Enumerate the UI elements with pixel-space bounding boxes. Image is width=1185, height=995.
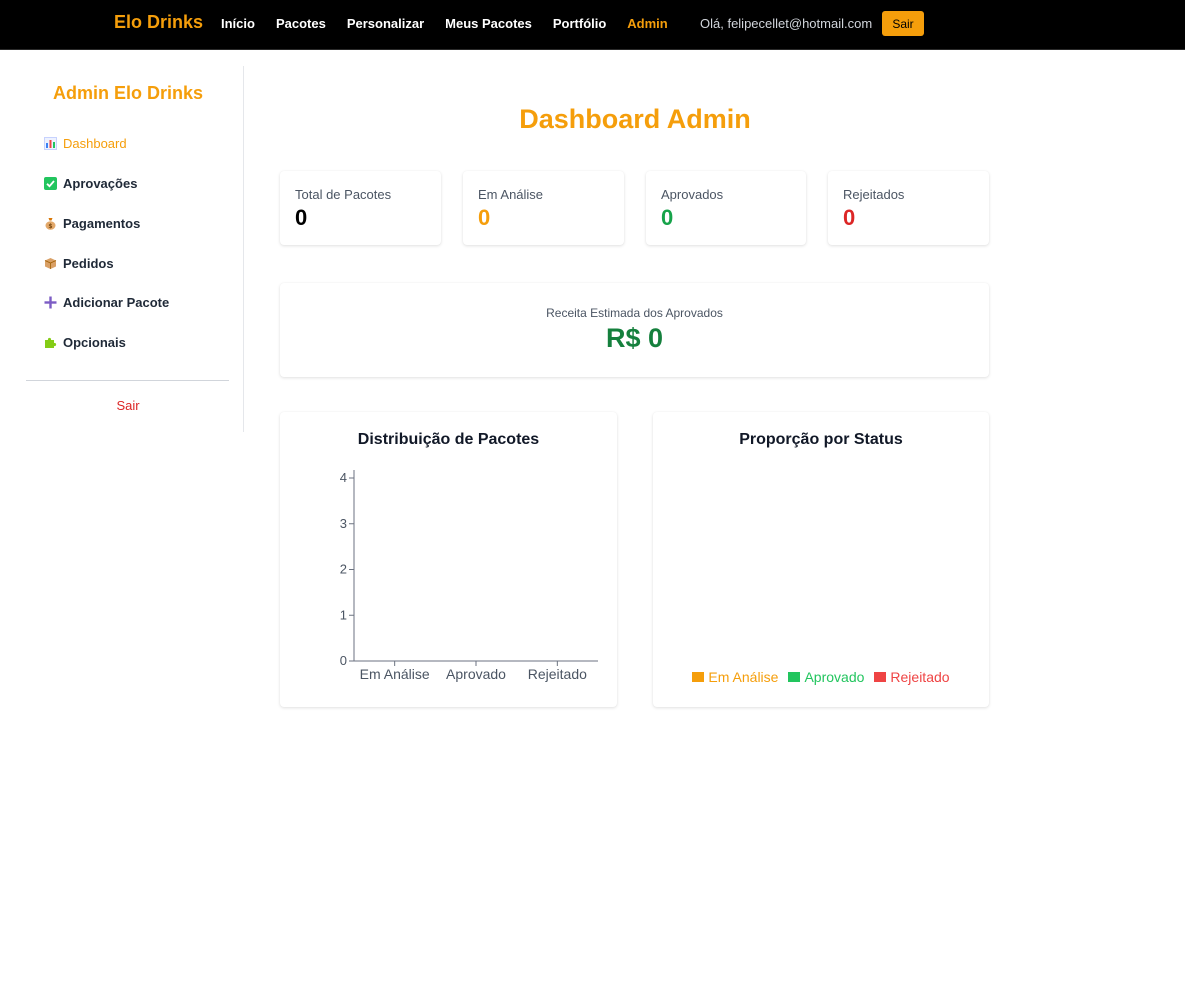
pie-chart-title: Proporção por Status — [739, 431, 903, 448]
stat-card-aprovados: Aprovados 0 — [646, 171, 806, 245]
legend-label: Em Análise — [708, 669, 779, 685]
y-tick-label: 0 — [340, 653, 347, 668]
sidebar-item-pagamentos[interactable]: $ Pagamentos — [44, 213, 140, 233]
legend-swatch — [692, 672, 705, 682]
logout-button[interactable]: Sair — [882, 11, 924, 36]
legend-swatch — [874, 672, 887, 682]
user-greeting: Olá, felipecellet@hotmail.com — [700, 16, 873, 31]
stat-value: 0 — [295, 205, 308, 230]
sidebar-item-pedidos[interactable]: Pedidos — [44, 253, 114, 273]
revenue-card: Receita Estimada dos Aprovados R$ 0 — [280, 283, 989, 377]
sidebar-item-label: Dashboard — [63, 135, 127, 151]
bar-chart-card: Distribuição de Pacotes 0 1 2 3 4 Em Análise A… — [280, 412, 617, 707]
pie-legend: Em Análise Aprovado Rejeitado — [653, 669, 989, 685]
check-box-icon — [44, 176, 57, 190]
stat-label: Total de Pacotes — [295, 187, 392, 202]
stat-value: 0 — [478, 205, 491, 230]
sidebar-item-adicionar-pacote[interactable]: Adicionar Pacote — [44, 292, 169, 312]
sidebar-item-dashboard[interactable]: Dashboard — [44, 133, 127, 153]
money-bag-icon: $ — [44, 217, 57, 230]
legend-item-aprovado[interactable]: Aprovado — [788, 669, 864, 685]
sidebar-logout-link[interactable]: Sair — [0, 398, 256, 413]
stat-card-total: Total de Pacotes 0 — [280, 171, 441, 245]
package-icon — [44, 257, 57, 270]
legend-item-rejeitado[interactable]: Rejeitado — [874, 669, 950, 685]
y-tick-label: 1 — [340, 607, 347, 622]
pie-chart-card: Proporção por Status Em Análise Aprovado… — [653, 412, 989, 707]
legend-label: Aprovado — [804, 669, 865, 685]
nav-link-portfolio[interactable]: Portfólio — [553, 16, 606, 31]
puzzle-icon — [44, 336, 57, 349]
legend-item-em-analise[interactable]: Em Análise — [692, 669, 778, 685]
nav-link-pacotes[interactable]: Pacotes — [276, 16, 326, 31]
sidebar-title: Admin Elo Drinks — [52, 83, 204, 103]
stat-card-em-analise: Em Análise 0 — [463, 171, 624, 245]
stat-value: 0 — [661, 205, 674, 230]
y-tick-label: 2 — [340, 562, 347, 577]
legend-swatch — [788, 672, 801, 682]
top-navbar: Elo Drinks Início Pacotes Personalizar M… — [0, 0, 1185, 50]
page-title: Dashboard Admin — [519, 104, 751, 134]
stat-label: Aprovados — [661, 187, 724, 202]
stat-value: 0 — [843, 205, 856, 230]
stat-label: Em Análise — [478, 187, 544, 202]
sidebar-item-label: Opcionais — [63, 334, 126, 350]
sidebar-item-label: Adicionar Pacote — [63, 294, 170, 310]
legend-label: Rejeitado — [890, 669, 950, 685]
revenue-label: Receita Estimada dos Aprovados — [546, 306, 723, 320]
admin-sidebar: Admin Elo Drinks Dashboard Aprovações $ … — [0, 66, 244, 432]
plus-icon — [44, 296, 57, 309]
x-tick-label: Em Análise — [360, 666, 430, 682]
sidebar-item-label: Aprovações — [63, 175, 138, 191]
sidebar-divider — [26, 380, 229, 381]
nav-links: Início Pacotes Personalizar Meus Pacotes… — [221, 16, 689, 31]
bar-chart-icon — [44, 136, 57, 150]
x-tick-label: Aprovado — [446, 666, 506, 682]
brand-logo-link[interactable]: Elo Drinks — [114, 12, 203, 33]
stat-label: Rejeitados — [843, 187, 905, 202]
nav-link-admin[interactable]: Admin — [627, 16, 667, 31]
nav-link-personalizar[interactable]: Personalizar — [347, 16, 424, 31]
stat-card-rejeitados: Rejeitados 0 — [828, 171, 989, 245]
svg-text:$: $ — [48, 223, 52, 230]
y-tick-label: 4 — [340, 470, 347, 485]
sidebar-item-aprovacoes[interactable]: Aprovações — [44, 173, 137, 193]
x-tick-label: Rejeitado — [528, 666, 587, 682]
y-tick-label: 3 — [340, 516, 347, 531]
nav-link-meus-pacotes[interactable]: Meus Pacotes — [445, 16, 532, 31]
sidebar-item-label: Pedidos — [63, 255, 114, 271]
revenue-value: R$ 0 — [605, 323, 664, 353]
sidebar-item-opcionais[interactable]: Opcionais — [44, 332, 126, 352]
bar-chart: 0 1 2 3 4 Em Análise Aprovado Rejeitado — [340, 470, 598, 682]
sidebar-item-label: Pagamentos — [63, 215, 141, 231]
nav-link-inicio[interactable]: Início — [221, 16, 255, 31]
